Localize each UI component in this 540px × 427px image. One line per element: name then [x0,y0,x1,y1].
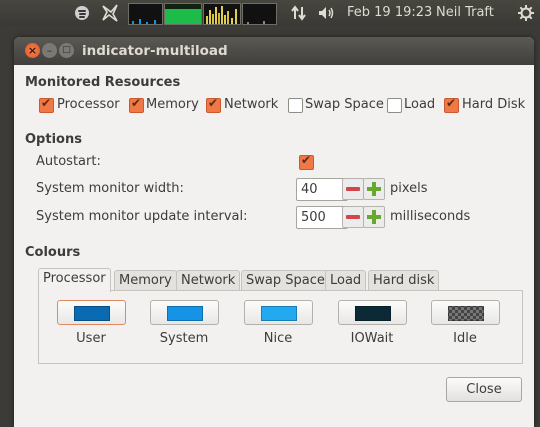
panel-clock[interactable]: Feb 19 19:23 [347,0,432,26]
system-colour-label: System [159,331,209,346]
iowait-colour-label: IOWait [350,331,394,346]
monitor-width-decrease-button[interactable] [342,178,364,200]
nice-colour-button[interactable] [244,300,313,325]
tab-swap-space[interactable]: Swap Space [241,270,330,292]
swap-space-label[interactable]: Swap Space [305,97,384,112]
autostart-checkbox[interactable] [299,153,314,170]
autostart-label: Autostart: [36,154,101,169]
messaging-icon[interactable] [100,3,120,23]
memory-label[interactable]: Memory [146,97,199,112]
network-checkbox[interactable] [206,96,221,113]
options-heading: Options [25,132,82,147]
monitored-resources-heading: Monitored Resources [25,75,181,90]
user-colour-label: User [76,331,106,346]
top-panel: Feb 19 19:23 Neil Traft [0,0,540,26]
load-checkbox[interactable] [387,98,402,113]
monitor-width-input[interactable]: 40 [296,178,348,201]
idle-colour-label: Idle [453,331,477,346]
close-button[interactable]: Close [446,377,522,402]
colours-heading: Colours [25,245,81,260]
nice-colour-swatch [261,306,297,321]
processor-graph[interactable] [128,3,163,25]
idle-colour-swatch [448,306,484,321]
processor-label[interactable]: Processor [57,97,120,112]
nice-colour-label: Nice [263,331,293,346]
maximize-window-icon[interactable]: □ [59,43,74,58]
monitor-width-increase-button[interactable] [363,178,385,200]
hard-disk-label[interactable]: Hard Disk [462,97,525,112]
monitor-width-label: System monitor width: [36,181,184,196]
update-interval-decrease-button[interactable] [342,206,364,228]
update-interval-unit: milliseconds [390,209,471,224]
system-colour-swatch [167,306,203,321]
power-gear-icon[interactable] [517,4,535,22]
iowait-colour-swatch [355,306,391,321]
update-interval-input[interactable]: 500 [296,206,348,229]
window-titlebar[interactable]: × – □ indicator-multiload [14,37,534,65]
hard-disk-checkbox[interactable] [444,96,459,113]
tab-memory[interactable]: Memory [114,270,177,292]
preferences-window: × – □ indicator-multiload Monitored Reso… [14,37,534,427]
spotify-icon[interactable] [75,6,89,20]
network-label[interactable]: Network [224,97,278,112]
system-colour-button[interactable] [150,300,219,325]
swap-space-checkbox[interactable] [288,98,303,113]
tab-load[interactable]: Load [325,270,367,292]
close-window-icon[interactable]: × [25,43,40,58]
tab-hard-disk[interactable]: Hard disk [368,270,440,292]
user-colour-swatch [74,306,110,321]
iowait-colour-button[interactable] [338,300,407,325]
idle-colour-button[interactable] [431,300,500,325]
update-interval-increase-button[interactable] [363,206,385,228]
tab-processor[interactable]: Processor [38,268,111,292]
network-updown-icon[interactable] [290,4,308,22]
processor-checkbox[interactable] [39,96,54,113]
window-title: indicator-multiload [82,43,228,59]
user-colour-button[interactable] [57,300,126,325]
memory-graph[interactable] [164,3,202,25]
volume-icon[interactable] [317,4,337,22]
minimize-window-icon[interactable]: – [42,43,57,58]
tab-network[interactable]: Network [176,270,241,292]
update-interval-label: System monitor update interval: [36,209,248,224]
network-graph[interactable] [203,3,241,25]
monitor-width-unit: pixels [390,181,428,196]
harddisk-graph[interactable] [242,3,277,25]
memory-checkbox[interactable] [129,96,144,113]
panel-user[interactable]: Neil Traft [436,0,494,26]
load-label[interactable]: Load [404,97,435,112]
